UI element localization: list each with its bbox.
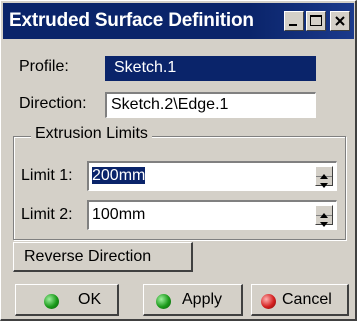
limit2-spin-down[interactable] <box>316 215 332 227</box>
maximize-button[interactable] <box>306 11 326 31</box>
ok-label: OK <box>78 291 102 308</box>
direction-value: Sketch.2\Edge.1 <box>111 96 229 113</box>
profile-value: Sketch.1 <box>114 59 177 76</box>
limit2-spinner[interactable] <box>315 205 333 227</box>
ok-button[interactable]: OK <box>15 284 119 316</box>
limit2-input[interactable]: 100mm <box>87 200 337 230</box>
arrow-down-icon <box>320 222 328 227</box>
extrusion-limits-label: Extrusion Limits <box>31 125 152 143</box>
apply-label: Apply <box>182 291 223 308</box>
limit2-label: Limit 2: <box>21 206 73 223</box>
limit1-input[interactable]: 200mm <box>87 161 337 191</box>
limit1-label: Limit 1: <box>21 167 73 184</box>
arrow-down-icon <box>320 183 328 188</box>
green-ball-icon <box>44 294 59 309</box>
minimize-button[interactable] <box>284 11 304 31</box>
profile-field[interactable]: Sketch.1 <box>105 56 316 81</box>
limit1-spin-down[interactable] <box>316 176 332 188</box>
cancel-button[interactable]: Cancel <box>251 284 349 316</box>
window-title: Extruded Surface Definition <box>9 10 254 31</box>
direction-label: Direction: <box>19 95 87 112</box>
title-bar[interactable]: Extruded Surface Definition <box>3 3 354 39</box>
limit2-value: 100mm <box>92 206 146 223</box>
reverse-direction-button[interactable]: Reverse Direction <box>13 242 193 272</box>
reverse-direction-label: Reverse Direction <box>24 248 152 265</box>
cancel-label: Cancel <box>282 291 332 308</box>
apply-button[interactable]: Apply <box>143 284 243 316</box>
limit1-value: 200mm <box>92 167 146 184</box>
red-ball-icon <box>261 294 276 309</box>
close-icon <box>335 16 345 26</box>
green-ball-icon <box>156 294 171 309</box>
limit1-spinner[interactable] <box>315 166 333 188</box>
profile-label: Profile: <box>19 58 69 75</box>
extruded-surface-dialog: Extruded Surface Definition Profile: Ske… <box>0 0 357 321</box>
close-button[interactable] <box>330 11 350 31</box>
direction-field[interactable]: Sketch.2\Edge.1 <box>105 92 316 118</box>
maximize-icon <box>310 15 322 26</box>
minimize-icon <box>289 24 297 26</box>
